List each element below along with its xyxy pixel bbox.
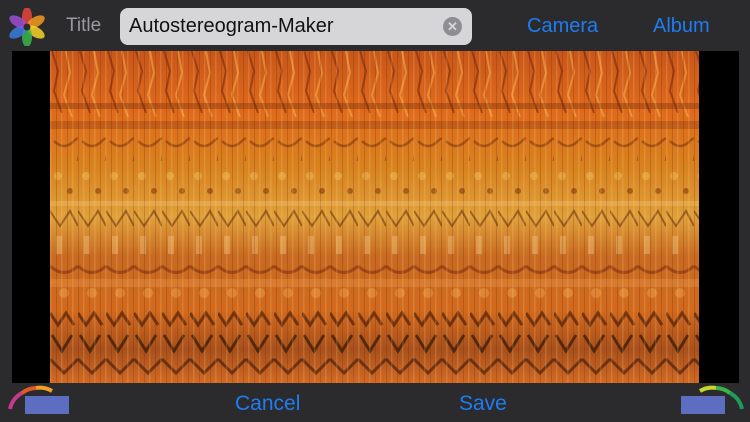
title-input[interactable] [129,8,439,45]
save-button[interactable]: Save [459,392,507,416]
top-toolbar: Title ✕ Camera Album [0,0,750,52]
bottom-toolbar: Cancel Save [0,383,750,422]
clear-circle-icon[interactable]: ✕ [443,17,462,36]
depth-gauge-right-icon [698,385,744,410]
camera-button[interactable]: Camera [527,15,598,38]
image-viewer [12,51,739,383]
cancel-button[interactable]: Cancel [235,392,300,416]
album-button[interactable]: Album [653,15,710,38]
stereogram-image [50,51,699,383]
title-field[interactable]: ✕ [120,8,472,45]
title-label: Title [66,15,102,36]
color-swatch-left[interactable] [25,396,69,414]
flower-icon [8,7,46,47]
